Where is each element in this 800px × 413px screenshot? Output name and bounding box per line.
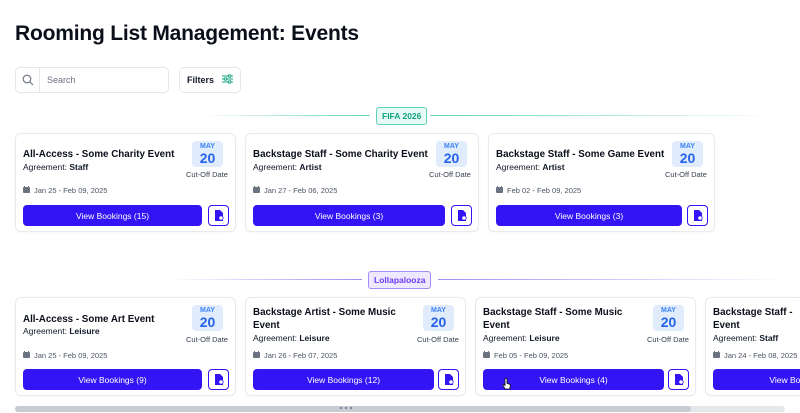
calendar-icon <box>23 351 30 360</box>
view-bookings-button[interactable]: View Bookings (15) <box>23 205 202 226</box>
horizontal-scrollbar[interactable] <box>15 406 785 412</box>
view-bookings-button[interactable]: View Bookings (3) <box>496 205 682 226</box>
cutoff-label: Cut-Off Date <box>647 335 689 344</box>
search-box[interactable] <box>15 67 169 93</box>
group-divider-left <box>200 115 370 116</box>
event-dates: Jan 24 - Feb 08, 2025 <box>713 351 797 360</box>
document-icon[interactable] <box>208 205 229 226</box>
agreement-text: Agreement: Artist <box>496 162 565 172</box>
cutoff-date-badge: MAY 20 <box>192 141 223 167</box>
agreement-text: Agreement: Leisure <box>23 326 100 336</box>
view-bookings-button[interactable]: View Bookings (9) <box>23 369 202 390</box>
event-title: All-Access - Some Art Event <box>23 314 155 325</box>
scrollbar-thumb[interactable] <box>15 406 691 412</box>
event-title: Backstage Staff - Some Music Event <box>483 307 623 331</box>
event-title: Backstage Staff - Event <box>713 307 793 331</box>
event-dates: Feb 05 - Feb 09, 2025 <box>483 351 568 360</box>
search-input[interactable] <box>40 75 160 85</box>
event-title: All-Access - Some Charity Event <box>23 149 175 160</box>
document-icon[interactable] <box>208 369 229 390</box>
event-card: Backstage Artist - Some Music Event Agree… <box>245 297 466 396</box>
cutoff-label: Cut-Off Date <box>417 335 459 344</box>
calendar-icon <box>483 351 490 360</box>
event-card: All-Access - Some Art Event Agreement: L… <box>15 297 236 396</box>
event-card: Backstage Staff - Event Agreement: Staff … <box>705 297 800 396</box>
cutoff-date-badge: MAY 20 <box>192 305 223 331</box>
event-dates: Jan 26 - Feb 07, 2025 <box>253 351 337 360</box>
event-title: Backstage Staff - Some Charity Event <box>253 149 428 160</box>
group-divider-right <box>438 279 788 280</box>
event-card: Backstage Staff - Some Game Event Agreem… <box>488 133 715 232</box>
event-card: All-Access - Some Charity Event Agreemen… <box>15 133 236 232</box>
event-card: Backstage Staff - Some Charity Event Agr… <box>245 133 479 232</box>
event-card: Backstage Staff - Some Music Event Agreem… <box>475 297 696 396</box>
view-bookings-button[interactable]: View Bookings (12) <box>253 369 434 390</box>
calendar-icon <box>23 186 30 195</box>
group-divider-right <box>430 115 780 116</box>
group-divider-left <box>170 279 362 280</box>
event-dates: Jan 25 - Feb 09, 2025 <box>23 186 107 195</box>
event-title: Backstage Artist - Some Music Event <box>253 307 396 331</box>
agreement-text: Agreement: Staff <box>23 162 89 172</box>
filters-button[interactable]: Filters <box>179 67 241 93</box>
agreement-text: Agreement: Leisure <box>253 333 330 343</box>
cutoff-date-badge: MAY 20 <box>423 305 454 331</box>
cutoff-date-badge: MAY 20 <box>672 141 703 167</box>
event-dates: Feb 02 - Feb 09, 2025 <box>496 186 581 195</box>
cutoff-date-badge: MAY 20 <box>653 305 684 331</box>
agreement-text: Agreement: Staff <box>713 333 779 343</box>
document-icon[interactable] <box>687 205 708 226</box>
calendar-icon <box>496 186 503 195</box>
calendar-icon <box>713 351 720 360</box>
document-icon[interactable] <box>438 369 459 390</box>
agreement-text: Agreement: Artist <box>253 162 322 172</box>
group-tag-fifa: FIFA 2026 <box>376 107 428 125</box>
cutoff-label: Cut-Off Date <box>429 170 471 179</box>
event-dates: Jan 25 - Feb 09, 2025 <box>23 351 107 360</box>
event-dates: Jan 27 - Feb 06, 2025 <box>253 186 337 195</box>
document-icon[interactable] <box>668 369 689 390</box>
pointer-cursor-icon <box>502 377 511 395</box>
calendar-icon <box>253 186 260 195</box>
calendar-icon <box>253 351 260 360</box>
cutoff-label: Cut-Off Date <box>665 170 707 179</box>
cutoff-label: Cut-Off Date <box>186 170 228 179</box>
cutoff-date-badge: MAY 20 <box>436 141 467 167</box>
search-icon <box>16 68 40 92</box>
view-bookings-button[interactable]: View Bookings (5) <box>713 369 800 390</box>
agreement-text: Agreement: Leisure <box>483 333 560 343</box>
document-icon[interactable] <box>451 205 472 226</box>
filters-label: Filters <box>186 75 214 85</box>
group-tag-lollapalooza: Lollapalooza <box>368 271 432 289</box>
sliders-icon <box>222 74 233 86</box>
cutoff-label: Cut-Off Date <box>186 335 228 344</box>
event-title: Backstage Staff - Some Game Event <box>496 149 665 160</box>
page-title: Rooming List Management: Events <box>15 22 359 45</box>
view-bookings-button[interactable]: View Bookings (3) <box>253 205 445 226</box>
scrollbar-grip <box>340 407 352 409</box>
